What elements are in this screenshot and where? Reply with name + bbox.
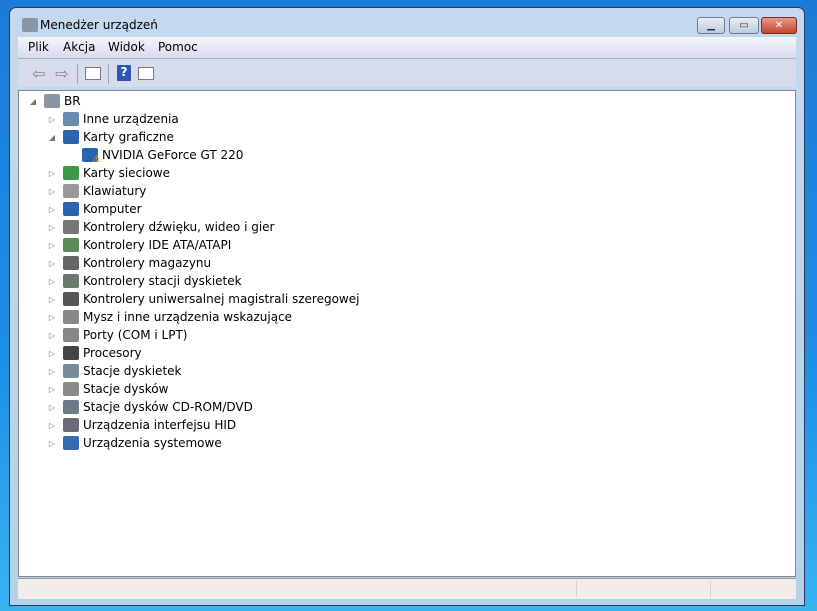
device-manager-icon bbox=[22, 18, 38, 32]
device-category-icon bbox=[63, 184, 79, 198]
expand-arrow-icon[interactable]: ▷ bbox=[47, 295, 57, 304]
device-category-icon bbox=[63, 418, 79, 432]
collapse-arrow-icon[interactable]: ◢ bbox=[47, 133, 57, 142]
tree-item[interactable]: ▷ Urządzenia systemowe bbox=[47, 434, 222, 452]
minimize-button[interactable]: ▁ bbox=[697, 17, 725, 34]
display-adapter-warning-icon: ⚠ bbox=[82, 148, 101, 165]
device-category-icon bbox=[63, 130, 79, 144]
tree-item[interactable]: ▷ Stacje dysków bbox=[47, 380, 168, 398]
tree-item[interactable]: ▷ Stacje dyskietek bbox=[47, 362, 181, 380]
back-icon[interactable]: ⇦ bbox=[30, 64, 48, 83]
tree-item-label: Klawiatury bbox=[83, 184, 147, 198]
window-title: Menedżer urządzeń bbox=[40, 18, 158, 32]
tree-item[interactable]: ▷ Kontrolery dźwięku, wideo i gier bbox=[47, 218, 274, 236]
tree-item[interactable]: ◢ Karty graficzne bbox=[47, 128, 174, 146]
device-category-icon bbox=[63, 202, 79, 216]
tree-item[interactable]: ▷ Kontrolery stacji dyskietek bbox=[47, 272, 242, 290]
close-button[interactable]: ✕ bbox=[761, 17, 797, 34]
forward-icon[interactable]: ⇨ bbox=[53, 64, 71, 83]
tree-item-label: Urządzenia interfejsu HID bbox=[83, 418, 237, 432]
tree-item-label: Porty (COM i LPT) bbox=[83, 328, 188, 342]
expand-arrow-icon[interactable]: ▷ bbox=[47, 115, 57, 124]
menu-akcja[interactable]: Akcja bbox=[63, 40, 95, 54]
tree-item[interactable]: ▷ Porty (COM i LPT) bbox=[47, 326, 187, 344]
tree-item-label: Kontrolery dźwięku, wideo i gier bbox=[83, 220, 275, 234]
tree-item-label: Stacje dyskietek bbox=[83, 364, 182, 378]
tree-root[interactable]: ◢ BR bbox=[28, 92, 81, 110]
device-category-icon bbox=[63, 346, 79, 360]
tree-item-label: Karty sieciowe bbox=[83, 166, 171, 180]
expand-arrow-icon[interactable]: ▷ bbox=[47, 367, 57, 376]
device-category-icon bbox=[63, 256, 79, 270]
tree-item[interactable]: ▷ Inne urządzenia bbox=[47, 110, 179, 128]
device-category-icon bbox=[63, 400, 79, 414]
menu-plik[interactable]: Plik bbox=[28, 40, 49, 54]
device-tree[interactable]: ◢ BR ▷ Inne urządzenia ◢ Karty graficzne ⚠ NV… bbox=[18, 90, 796, 577]
tree-item-label: Procesory bbox=[83, 346, 142, 360]
expand-arrow-icon[interactable]: ▷ bbox=[47, 385, 57, 394]
tree-item-label: Inne urządzenia bbox=[83, 112, 179, 126]
expand-arrow-icon[interactable]: ▷ bbox=[47, 349, 57, 358]
device-category-icon bbox=[63, 436, 79, 450]
tree-item[interactable]: ▷ Klawiatury bbox=[47, 182, 146, 200]
device-category-icon bbox=[63, 292, 79, 306]
device-category-icon bbox=[63, 166, 79, 180]
expand-arrow-icon[interactable]: ▷ bbox=[47, 439, 57, 448]
menu-pomoc[interactable]: Pomoc bbox=[158, 40, 198, 54]
maximize-button[interactable]: ▭ bbox=[729, 17, 759, 34]
device-category-icon bbox=[63, 220, 79, 234]
device-category-icon bbox=[63, 112, 79, 126]
tree-item-label: NVIDIA GeForce GT 220 bbox=[102, 148, 244, 162]
tree-item[interactable]: ▷ Kontrolery magazynu bbox=[47, 254, 211, 272]
tree-item-label: Kontrolery stacji dyskietek bbox=[83, 274, 242, 288]
expand-arrow-icon[interactable]: ▷ bbox=[47, 223, 57, 232]
tree-item[interactable]: ▷ Karty sieciowe bbox=[47, 164, 170, 182]
tree-item[interactable]: ▷ Komputer bbox=[47, 200, 142, 218]
tree-item-label: Kontrolery IDE ATA/ATAPI bbox=[83, 238, 232, 252]
tree-item-label: Komputer bbox=[83, 202, 142, 216]
expand-arrow-icon[interactable]: ▷ bbox=[47, 403, 57, 412]
device-category-icon bbox=[63, 364, 79, 378]
tree-item[interactable]: ▷ Kontrolery uniwersalnej magistrali szer… bbox=[47, 290, 359, 308]
tree-item[interactable]: ▷ Procesory bbox=[47, 344, 142, 362]
computer-icon bbox=[44, 94, 60, 108]
status-bar bbox=[18, 578, 796, 599]
expand-arrow-icon[interactable]: ▷ bbox=[47, 331, 57, 340]
expand-arrow-icon[interactable]: ▷ bbox=[47, 313, 57, 322]
tree-item-label: Stacje dysków CD-ROM/DVD bbox=[83, 400, 253, 414]
expand-arrow-icon[interactable]: ▷ bbox=[47, 205, 57, 214]
tree-item[interactable]: ▷ Kontrolery IDE ATA/ATAPI bbox=[47, 236, 231, 254]
tree-item-label: Urządzenia systemowe bbox=[83, 436, 222, 450]
device-category-icon bbox=[63, 328, 79, 342]
tree-item[interactable]: ▷ Urządzenia interfejsu HID bbox=[47, 416, 236, 434]
expand-arrow-icon[interactable]: ▷ bbox=[47, 259, 57, 268]
tree-item-child[interactable]: ⚠ NVIDIA GeForce GT 220 bbox=[82, 146, 244, 165]
device-category-icon bbox=[63, 274, 79, 288]
tree-item-label: Mysz i inne urządzenia wskazujące bbox=[83, 310, 293, 324]
toolbar: ⇦ ⇨ ? bbox=[18, 59, 796, 87]
help-icon[interactable]: ? bbox=[115, 64, 133, 82]
expand-arrow-icon[interactable]: ▷ bbox=[47, 169, 57, 178]
tree-item[interactable]: ▷ Stacje dysków CD-ROM/DVD bbox=[47, 398, 253, 416]
tree-item-label: Kontrolery magazynu bbox=[83, 256, 212, 270]
device-category-icon bbox=[63, 238, 79, 252]
device-category-icon bbox=[63, 310, 79, 324]
tree-root-label: BR bbox=[64, 94, 81, 108]
menu-bar: Plik Akcja Widok Pomoc bbox=[18, 37, 796, 59]
expand-arrow-icon[interactable]: ▷ bbox=[47, 277, 57, 286]
tree-item-label: Stacje dysków bbox=[83, 382, 169, 396]
tree-item-label: Kontrolery uniwersalnej magistrali szere… bbox=[83, 292, 360, 306]
show-hide-console-tree-icon[interactable] bbox=[84, 64, 102, 82]
tree-item[interactable]: ▷ Mysz i inne urządzenia wskazujące bbox=[47, 308, 292, 326]
collapse-arrow-icon[interactable]: ◢ bbox=[28, 97, 38, 106]
tree-item-label: Karty graficzne bbox=[83, 130, 174, 144]
menu-widok[interactable]: Widok bbox=[108, 40, 145, 54]
expand-arrow-icon[interactable]: ▷ bbox=[47, 421, 57, 430]
expand-arrow-icon[interactable]: ▷ bbox=[47, 241, 57, 250]
expand-arrow-icon[interactable]: ▷ bbox=[47, 187, 57, 196]
show-hide-action-pane-icon[interactable] bbox=[137, 64, 155, 82]
device-manager-window: Menedżer urządzeń ▁ ▭ ✕ Plik Akcja Widok… bbox=[9, 7, 805, 606]
device-category-icon bbox=[63, 382, 79, 396]
